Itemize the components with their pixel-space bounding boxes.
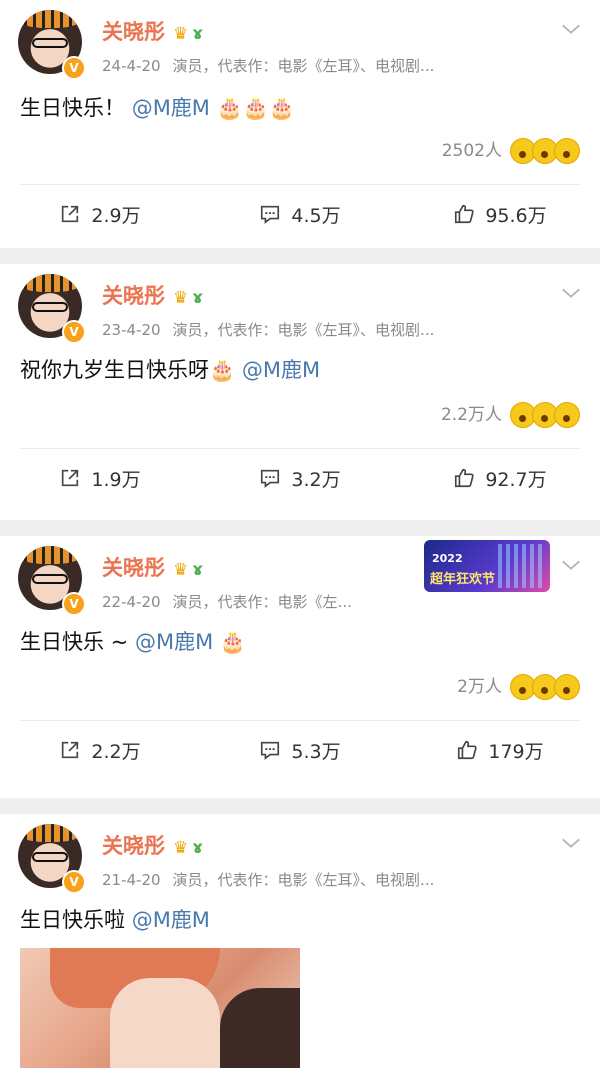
reaction-summary[interactable]: 2502人 [0, 136, 600, 166]
cake-emoji: 🎂 [219, 630, 247, 654]
share-icon [62, 741, 79, 759]
thumbs-up-icon [455, 468, 474, 488]
post-image[interactable] [20, 948, 300, 1068]
crown-icon: ♛ [173, 560, 189, 580]
username[interactable]: 关晓彤 ♛ ɤ [102, 552, 203, 582]
v-badge-icon: V [62, 56, 86, 80]
mention-link[interactable]: @M鹿M [135, 630, 213, 654]
action-bar: 1.9万 3.2万 92.7万 [0, 449, 600, 507]
username[interactable]: 关晓彤 ♛ ɤ [102, 830, 203, 860]
repost-button[interactable]: 2.2万 [0, 737, 200, 764]
post-card[interactable]: V 关晓彤 ♛ ɤ 21-4-20 演员，代表作：电影《左耳》、电视剧... 生日快乐… [0, 814, 600, 1092]
mention-link[interactable]: @M鹿M [132, 908, 210, 932]
mention-link[interactable]: @M鹿M [132, 96, 210, 120]
crown-icon: ♛ [173, 838, 189, 858]
post-header: V 关晓彤 ♛ ɤ 21-4-20 演员，代表作：电影《左耳》、电视剧... [0, 814, 600, 894]
promo-text: 超年狂欢节 [430, 572, 496, 587]
like-button[interactable]: 179万 [400, 737, 600, 764]
action-bar: 2.2万 5.3万 179万 [0, 721, 600, 779]
chevron-down-icon[interactable] [560, 554, 582, 576]
chevron-down-icon[interactable] [560, 832, 582, 854]
comment-icon [261, 469, 280, 488]
thumbs-up-icon [455, 204, 474, 224]
v-badge-icon: V [62, 320, 86, 344]
post-date: 22-4-20 [102, 593, 161, 611]
comment-icon [261, 741, 280, 760]
grin-emoji-icon [554, 402, 580, 428]
post-date: 24-4-20 [102, 57, 161, 75]
post-text: 生日快乐！ @M鹿M 🎂🎂🎂 [20, 96, 296, 120]
crown-icon: ♛ [173, 288, 189, 308]
post-text: 生日快乐啦 @M鹿M [20, 908, 210, 932]
post-meta: 24-4-20 演员，代表作：电影《左耳》、电视剧... [102, 55, 434, 76]
username[interactable]: 关晓彤 ♛ ɤ [102, 280, 203, 310]
grin-emoji-icon [554, 138, 580, 164]
share-icon [62, 205, 79, 223]
comment-button[interactable]: 5.3万 [200, 737, 400, 764]
comment-button[interactable]: 3.2万 [200, 465, 400, 492]
crown-icon: ♛ [173, 24, 189, 44]
comment-button[interactable]: 4.5万 [200, 201, 400, 228]
chevron-down-icon[interactable] [560, 18, 582, 40]
post-card[interactable]: V 关晓彤 ♛ ɤ 23-4-20 演员，代表作：电影《左耳》、电视剧... 祝你九岁… [0, 264, 600, 520]
repost-button[interactable]: 1.9万 [0, 465, 200, 492]
post-header: V 关晓彤 ♛ ɤ 23-4-20 演员，代表作：电影《左耳》、电视剧... [0, 264, 600, 344]
sprout-icon: ɤ [192, 288, 204, 308]
comment-icon [261, 205, 280, 224]
v-badge-icon: V [62, 870, 86, 894]
chevron-down-icon[interactable] [560, 282, 582, 304]
username[interactable]: 关晓彤 ♛ ɤ [102, 16, 203, 46]
reaction-summary[interactable]: 2万人 [0, 672, 600, 702]
post-meta: 23-4-20 演员，代表作：电影《左耳》、电视剧... [102, 319, 434, 340]
user-bio: 演员，代表作：电影《左... [172, 593, 352, 611]
card-gap [0, 520, 600, 536]
post-text: 祝你九岁生日快乐呀🎂 @M鹿M [20, 358, 321, 382]
post-text: 生日快乐 ~ @M鹿M 🎂 [20, 630, 247, 654]
user-bio: 演员，代表作：电影《左耳》、电视剧... [172, 871, 435, 889]
post-card[interactable]: V 关晓彤 ♛ ɤ 24-4-20 演员，代表作：电影《左耳》、电视剧... 生日快乐… [0, 0, 600, 248]
promo-banner[interactable]: 2022 超年狂欢节 [424, 540, 550, 592]
post-date: 23-4-20 [102, 321, 161, 339]
post-header: V 关晓彤 ♛ ɤ 24-4-20 演员，代表作：电影《左耳》、电视剧... [0, 0, 600, 80]
user-bio: 演员，代表作：电影《左耳》、电视剧... [172, 57, 435, 75]
post-meta: 21-4-20 演员，代表作：电影《左耳》、电视剧... [102, 869, 434, 890]
like-button[interactable]: 92.7万 [400, 465, 600, 492]
v-badge-icon: V [62, 592, 86, 616]
sprout-icon: ɤ [192, 838, 204, 858]
grin-emoji-icon [554, 674, 580, 700]
user-bio: 演员，代表作：电影《左耳》、电视剧... [172, 321, 435, 339]
mention-link[interactable]: @M鹿M [242, 358, 320, 382]
post-meta: 22-4-20 演员，代表作：电影《左... [102, 591, 352, 612]
cake-emoji: 🎂🎂🎂 [216, 96, 296, 120]
card-gap [0, 798, 600, 814]
card-gap [0, 248, 600, 264]
thumbs-up-icon [458, 740, 478, 760]
promo-year: 2022 [432, 552, 463, 565]
sprout-icon: ɤ [192, 560, 204, 580]
sprout-icon: ɤ [192, 24, 204, 44]
share-icon [62, 469, 79, 487]
reaction-summary[interactable]: 2.2万人 [0, 400, 600, 430]
action-bar: 2.9万 4.5万 95.6万 [0, 185, 600, 243]
repost-button[interactable]: 2.9万 [0, 201, 200, 228]
like-button[interactable]: 95.6万 [400, 201, 600, 228]
post-date: 21-4-20 [102, 871, 161, 889]
